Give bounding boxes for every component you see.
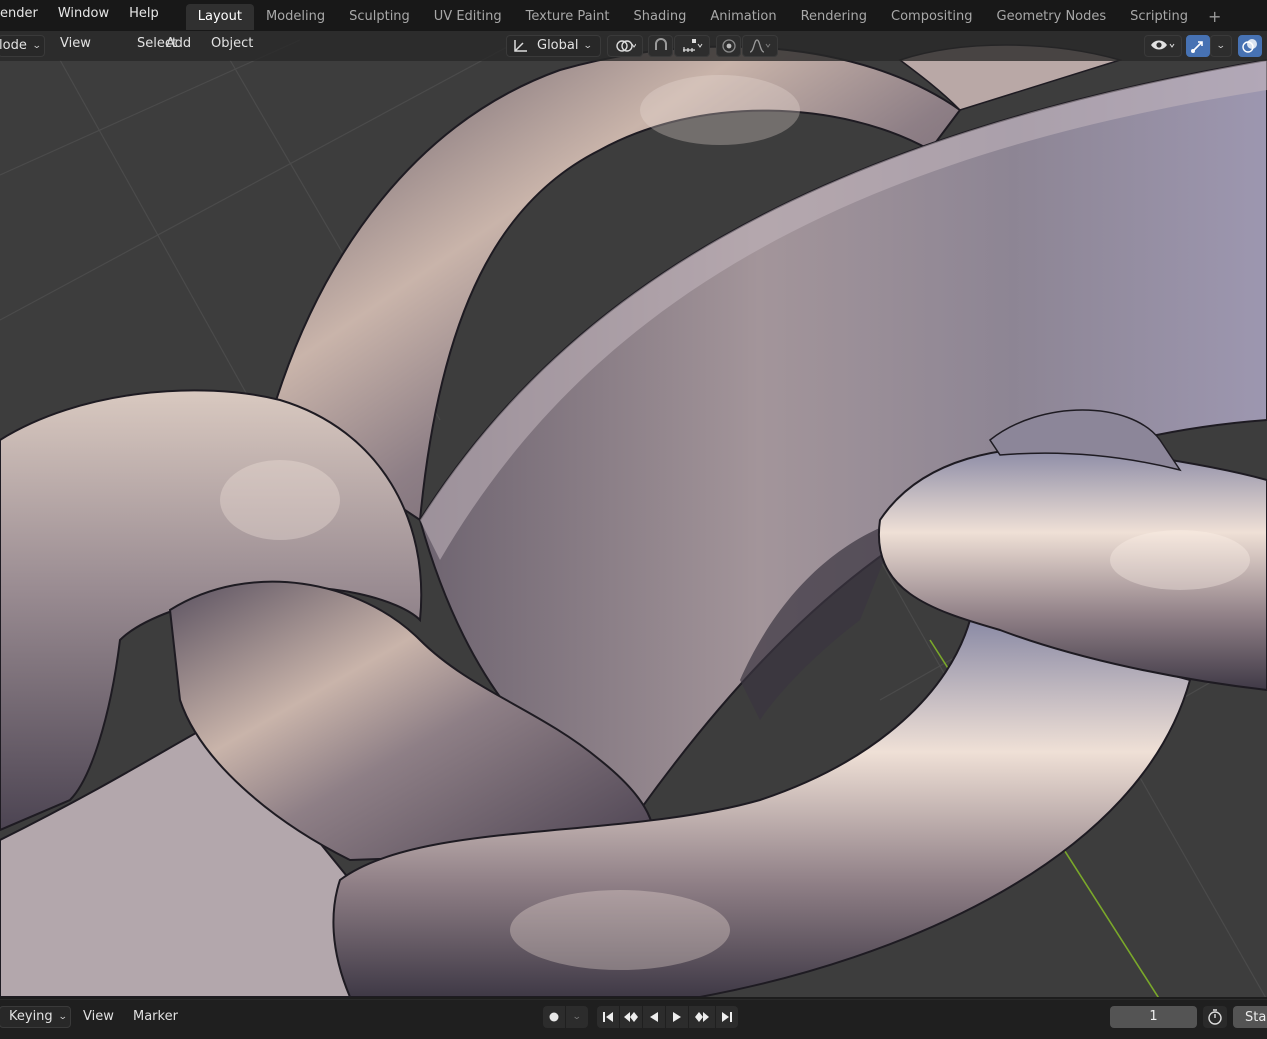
play-icon <box>673 1012 681 1022</box>
tab-scripting[interactable]: Scripting <box>1118 4 1200 30</box>
viewport-header: lode ⌄ View Select Add Object Global ⌄ ⌄ <box>0 31 1267 61</box>
pivot-point-button[interactable] <box>607 35 643 57</box>
proportional-edit-toggle[interactable] <box>716 35 741 57</box>
current-frame-field[interactable]: 1 <box>1110 1006 1197 1028</box>
timeline-menu-view[interactable]: View <box>83 1005 114 1029</box>
jump-end-icon <box>722 1012 732 1022</box>
viewport-scene <box>0 39 1267 997</box>
falloff-dropdown[interactable] <box>742 35 778 57</box>
prev-keyframe-icon <box>624 1012 638 1022</box>
keying-label: Keying <box>9 1009 53 1024</box>
next-keyframe-button[interactable] <box>689 1006 715 1028</box>
keying-options-dropdown[interactable]: ⌄ <box>566 1006 588 1028</box>
visibility-dropdown[interactable] <box>1144 35 1182 57</box>
tab-geometry-nodes[interactable]: Geometry Nodes <box>985 4 1119 30</box>
snap-icon <box>654 38 667 50</box>
chevron-down-icon: ⌄ <box>57 1012 68 1022</box>
gizmo-icon <box>1191 41 1203 53</box>
gizmo-dropdown[interactable]: ⌄ <box>1210 35 1232 57</box>
tab-animation[interactable]: Animation <box>698 4 788 30</box>
jump-start-icon <box>603 1012 613 1022</box>
pivot-point-icon <box>616 40 636 52</box>
tab-rendering[interactable]: Rendering <box>789 4 879 30</box>
chevron-down-icon: ⌄ <box>1216 41 1226 51</box>
tab-uv-editing[interactable]: UV Editing <box>422 4 514 30</box>
menu-view[interactable]: View <box>51 36 100 51</box>
play-reverse-button[interactable] <box>643 1006 665 1028</box>
play-button[interactable] <box>666 1006 688 1028</box>
preview-range-toggle[interactable] <box>1203 1006 1227 1028</box>
top-menu-bar: ender Window Help Layout Modeling Sculpt… <box>0 0 1267 31</box>
clock-icon <box>1208 1009 1222 1025</box>
menu-object[interactable]: Object <box>202 36 262 51</box>
prev-keyframe-button[interactable] <box>620 1006 642 1028</box>
tab-modeling[interactable]: Modeling <box>254 4 337 30</box>
jump-end-button[interactable] <box>716 1006 738 1028</box>
mode-label: lode <box>0 38 27 53</box>
add-workspace-plus-icon[interactable]: + <box>1200 7 1229 26</box>
transform-orientation-dropdown[interactable]: Global ⌄ <box>506 35 601 57</box>
chevron-down-icon: ⌄ <box>583 41 594 51</box>
visibility-eye-icon <box>1151 40 1175 50</box>
start-label: Sta <box>1245 1009 1267 1025</box>
snap-toggle[interactable] <box>648 35 673 57</box>
chevron-down-icon: ⌄ <box>572 1012 582 1022</box>
proportional-edit-icon <box>721 39 736 53</box>
menu-help[interactable]: Help <box>119 0 169 31</box>
snap-target-dropdown[interactable] <box>674 35 710 57</box>
workspace-tabs: Layout Modeling Sculpting UV Editing Tex… <box>185 0 1230 31</box>
tab-layout[interactable]: Layout <box>185 4 254 30</box>
overlay-icon <box>1242 39 1257 53</box>
record-icon <box>549 1012 559 1022</box>
chevron-down-icon: ⌄ <box>31 41 42 51</box>
timeline-header: Keying ⌄ View Marker ⌄ 1 Sta <box>0 999 1267 1039</box>
jump-start-button[interactable] <box>597 1006 619 1028</box>
play-reverse-icon <box>650 1012 658 1022</box>
tab-texture-paint[interactable]: Texture Paint <box>514 4 622 30</box>
gizmo-toggle[interactable] <box>1186 35 1210 57</box>
keying-dropdown[interactable]: Keying ⌄ <box>0 1006 71 1028</box>
next-keyframe-icon <box>695 1012 709 1022</box>
menu-window[interactable]: Window <box>48 0 119 31</box>
tab-compositing[interactable]: Compositing <box>879 4 985 30</box>
menu-render[interactable]: ender <box>0 0 48 31</box>
3d-viewport[interactable] <box>0 31 1267 997</box>
falloff-curve-icon <box>749 39 771 53</box>
tab-shading[interactable]: Shading <box>622 4 699 30</box>
mode-dropdown[interactable]: lode ⌄ <box>0 35 45 57</box>
tab-sculpting[interactable]: Sculpting <box>337 4 422 30</box>
overlay-toggle[interactable] <box>1238 35 1262 57</box>
snap-increment-icon <box>683 39 703 52</box>
transform-orientation-icon <box>514 40 527 52</box>
menu-add[interactable]: Add <box>157 36 200 51</box>
timeline-menu-marker[interactable]: Marker <box>133 1005 178 1029</box>
orientation-label: Global <box>537 38 579 53</box>
start-frame-field[interactable]: Sta <box>1233 1006 1267 1028</box>
auto-keying-button[interactable] <box>543 1006 565 1028</box>
